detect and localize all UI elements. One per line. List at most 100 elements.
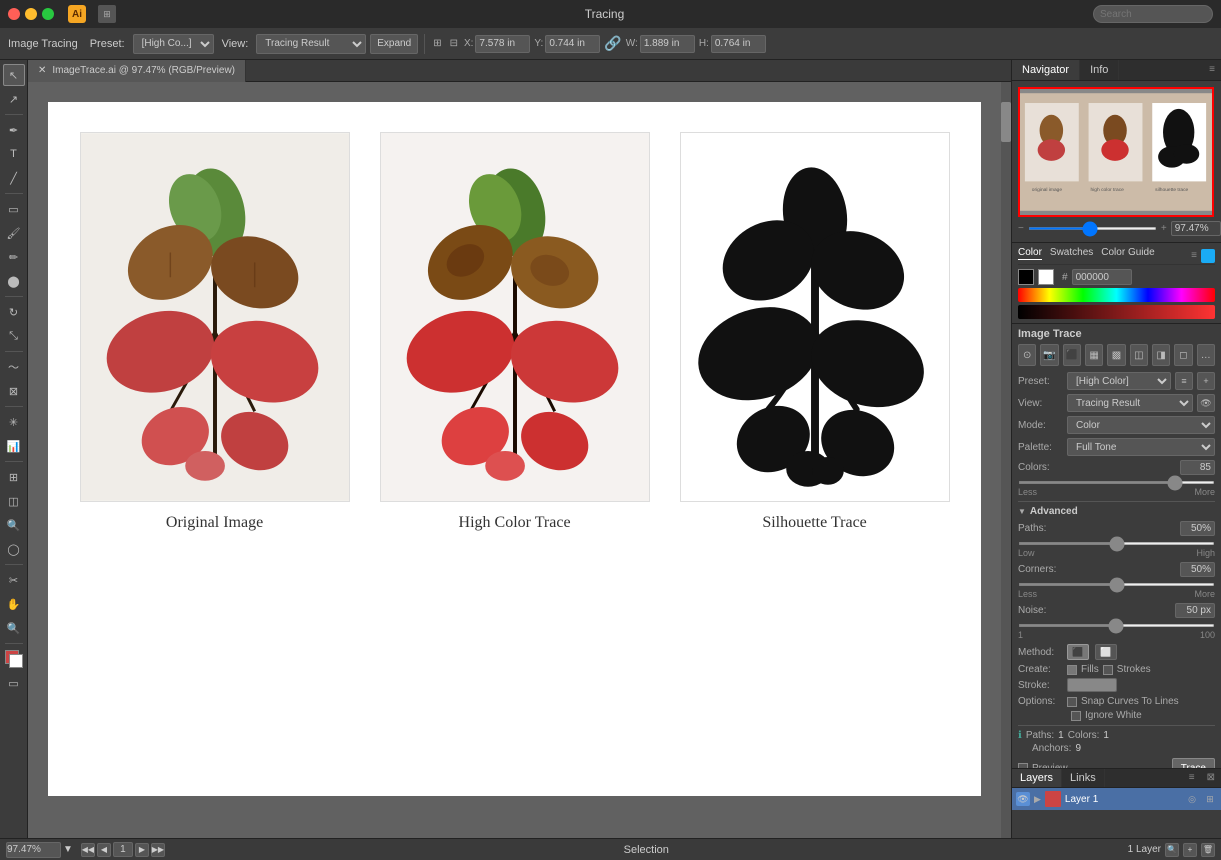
direct-select-tool[interactable]: ↗ <box>3 88 25 110</box>
status-delete-btn[interactable]: 🗑 <box>1201 843 1215 857</box>
trace-icon-outline[interactable]: ◻ <box>1174 344 1192 366</box>
zoom-level-input[interactable] <box>6 842 61 858</box>
view-select[interactable]: Tracing Result <box>256 34 366 54</box>
column-graph-tool[interactable]: 📊 <box>3 435 25 457</box>
bg-swatch[interactable] <box>1038 269 1054 285</box>
layer-mask-btn[interactable]: ⊞ <box>1203 794 1217 805</box>
blend-tool[interactable]: ◯ <box>3 538 25 560</box>
layer-visibility-btn[interactable]: 👁 <box>1016 792 1030 806</box>
layers-expand[interactable]: ⊠ <box>1201 769 1221 787</box>
ignore-white-checkbox[interactable] <box>1071 711 1081 721</box>
status-search-btn[interactable]: 🔍 <box>1165 843 1179 857</box>
trace-view-select[interactable]: Tracing Result <box>1067 394 1193 412</box>
color-hex-input[interactable] <box>1072 269 1132 285</box>
trace-view-eye[interactable]: 👁 <box>1197 394 1215 412</box>
strokes-checkbox[interactable] <box>1103 665 1113 675</box>
color-swatch-tool[interactable] <box>3 648 25 670</box>
expand-button[interactable]: Expand <box>370 34 418 54</box>
next-page-btn[interactable]: ▶▶ <box>151 843 165 857</box>
zoom-out-btn[interactable]: − <box>1018 223 1024 234</box>
links-tab[interactable]: Links <box>1062 769 1105 787</box>
method-overlapping[interactable]: ⬜ <box>1095 644 1117 660</box>
trace-icon-grey[interactable]: ◫ <box>1130 344 1148 366</box>
scissors-tool[interactable]: ✂ <box>3 569 25 591</box>
fills-checkbox[interactable] <box>1067 665 1077 675</box>
trace-icon-bw[interactable]: ◨ <box>1152 344 1170 366</box>
trace-icon-auto[interactable]: ⊙ <box>1018 344 1036 366</box>
color-guide-tab[interactable]: Color Guide <box>1101 247 1154 260</box>
corners-range[interactable] <box>1018 583 1215 586</box>
preset-select[interactable]: [High Co...] <box>133 34 214 54</box>
panel-options-btn[interactable]: ≡ <box>1203 60 1221 80</box>
swatches-tab[interactable]: Swatches <box>1050 247 1093 260</box>
status-new-layer-btn[interactable]: + <box>1183 843 1197 857</box>
y-input[interactable] <box>545 35 600 53</box>
prev-btn[interactable]: ◀ <box>97 843 111 857</box>
pencil-tool[interactable]: ✏ <box>3 246 25 268</box>
x-input[interactable] <box>475 35 530 53</box>
rotate-tool[interactable]: ↻ <box>3 301 25 323</box>
selection-tool[interactable]: ↖ <box>3 64 25 86</box>
trace-mode-select[interactable]: Color <box>1067 416 1215 434</box>
color-tab[interactable]: Color <box>1018 247 1042 260</box>
trace-button[interactable]: Trace <box>1172 758 1215 768</box>
trace-preset-menu[interactable]: ≡ <box>1175 372 1193 390</box>
vertical-scrollbar[interactable] <box>1001 82 1011 838</box>
next-btn[interactable]: ▶ <box>135 843 149 857</box>
gradient-tool[interactable]: ◫ <box>3 490 25 512</box>
noise-range[interactable] <box>1018 624 1215 627</box>
trace-palette-select[interactable]: Full Tone <box>1067 438 1215 456</box>
screen-mode-btn[interactable]: ▭ <box>3 672 25 694</box>
layers-menu[interactable]: ≡ <box>1183 769 1201 787</box>
w-input[interactable] <box>640 35 695 53</box>
pen-tool[interactable]: ✒ <box>3 119 25 141</box>
rectangle-tool[interactable]: ▭ <box>3 198 25 220</box>
navigator-tab[interactable]: Navigator <box>1012 60 1080 80</box>
line-tool[interactable]: ╱ <box>3 167 25 189</box>
trace-icon-3color[interactable]: ⬛ <box>1063 344 1081 366</box>
paths-value[interactable] <box>1180 521 1215 536</box>
trace-icon-more[interactable]: … <box>1197 344 1215 366</box>
noise-value[interactable] <box>1175 603 1215 618</box>
prev-page-btn[interactable]: ◀◀ <box>81 843 95 857</box>
close-button[interactable] <box>8 8 20 20</box>
info-tab[interactable]: Info <box>1080 60 1119 80</box>
hand-tool[interactable]: ✋ <box>3 593 25 615</box>
scroll-thumb[interactable] <box>1001 102 1011 142</box>
trace-icon-6color[interactable]: ▦ <box>1085 344 1103 366</box>
color-panel-menu[interactable]: ≡ <box>1191 250 1197 261</box>
layers-tab[interactable]: Layers <box>1012 769 1062 787</box>
trace-preset-save[interactable]: + <box>1197 372 1215 390</box>
trace-icon-photo[interactable]: 📷 <box>1040 344 1058 366</box>
nav-zoom-input[interactable] <box>1171 221 1221 236</box>
zoom-slider[interactable] <box>1028 227 1157 230</box>
mesh-tool[interactable]: ⊞ <box>3 466 25 488</box>
trace-icon-16color[interactable]: ▩ <box>1107 344 1125 366</box>
navigator-preview[interactable]: original image high color trace silhouet… <box>1018 87 1214 217</box>
zoom-dropdown[interactable]: ▼ <box>63 844 73 855</box>
title-search-input[interactable] <box>1093 5 1213 23</box>
document-tab[interactable]: ✕ ImageTrace.ai @ 97.47% (RGB/Preview) <box>28 60 246 82</box>
eyedropper-tool[interactable]: 🔍 <box>3 514 25 536</box>
free-transform-tool[interactable]: ⊠ <box>3 380 25 402</box>
type-tool[interactable]: T <box>3 143 25 165</box>
colors-range[interactable] <box>1018 481 1215 484</box>
paths-range[interactable] <box>1018 542 1215 545</box>
maximize-button[interactable] <box>42 8 54 20</box>
snap-curves-checkbox[interactable] <box>1067 697 1077 707</box>
zoom-tool[interactable]: 🔍 <box>3 617 25 639</box>
zoom-in-btn[interactable]: + <box>1161 223 1167 234</box>
scale-tool[interactable]: ⤡ <box>3 325 25 347</box>
h-input[interactable] <box>711 35 766 53</box>
corners-value[interactable] <box>1180 562 1215 577</box>
advanced-header[interactable]: ▼ Advanced <box>1018 506 1215 517</box>
warp-tool[interactable]: 〜 <box>3 356 25 378</box>
method-abutting[interactable]: ⬛ <box>1067 644 1089 660</box>
trace-preset-select[interactable]: [High Color] <box>1067 372 1171 390</box>
symbol-sprayer-tool[interactable]: ✳ <box>3 411 25 433</box>
fg-swatch[interactable] <box>1018 269 1034 285</box>
layer-target-btn[interactable]: ◎ <box>1185 794 1199 805</box>
colors-value[interactable] <box>1180 460 1215 475</box>
blob-brush-tool[interactable]: ⬤ <box>3 270 25 292</box>
paintbrush-tool[interactable]: 🖌 <box>3 222 25 244</box>
